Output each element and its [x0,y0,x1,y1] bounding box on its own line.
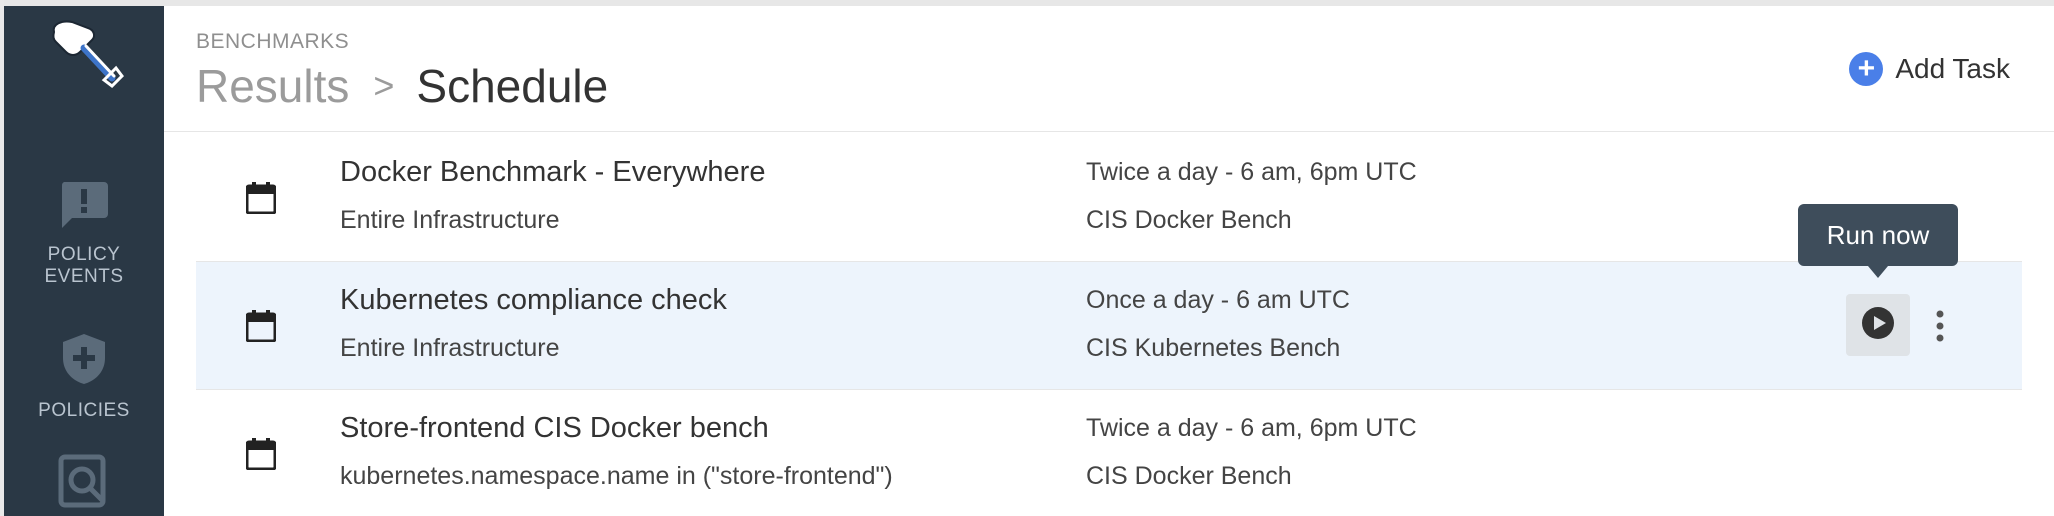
alert-message-icon [4,178,164,236]
task-title: Store-frontend CIS Docker bench [340,412,769,444]
task-scope: Entire Infrastructure [340,334,560,362]
breadcrumb: Results > Schedule [196,56,608,116]
sidebar-item-policy-events[interactable]: POLICY EVENTS [4,178,164,288]
page-title: Schedule [416,60,609,112]
task-title: Kubernetes compliance check [340,284,727,316]
task-row[interactable]: Kubernetes compliance check Entire Infra… [196,262,2022,390]
plus-circle-icon: + [1849,52,1884,86]
task-benchmark: CIS Docker Bench [1086,462,1292,490]
task-benchmark: CIS Docker Bench [1086,206,1292,234]
task-benchmark: CIS Kubernetes Bench [1086,334,1341,362]
task-schedule: Once a day - 6 am UTC [1086,286,1350,314]
run-now-tooltip: Run now [1798,204,1958,266]
calendar-icon [245,182,277,215]
app-root: POLICY EVENTS POLICIES BENCHMARKS Result… [0,0,2054,516]
sidebar-item-search[interactable] [4,454,164,516]
add-task-label: Add Task [1895,53,2010,84]
task-schedule: Twice a day - 6 am, 6pm UTC [1086,158,1417,186]
shovel-logo-icon[interactable] [46,18,126,98]
calendar-icon [245,310,277,343]
sidebar-item-label: POLICIES [38,400,130,421]
task-title: Docker Benchmark - Everywhere [340,156,766,188]
task-schedule: Twice a day - 6 am, 6pm UTC [1086,414,1417,442]
run-now-button[interactable] [1846,294,1910,356]
tooltip-arrow [1868,266,1888,278]
sidebar: POLICY EVENTS POLICIES [4,6,164,516]
section-eyebrow: BENCHMARKS [196,30,350,53]
breadcrumb-results-link[interactable]: Results [196,59,349,113]
page-header: BENCHMARKS Results > Schedule + Add Task [164,6,2054,132]
task-row[interactable]: Docker Benchmark - Everywhere Entire Inf… [196,134,2022,262]
add-task-button[interactable]: + Add Task [1849,52,2010,86]
calendar-icon [245,438,277,471]
sidebar-item-label: POLICY [47,244,121,265]
search-document-icon [4,454,164,514]
breadcrumb-separator: > [373,65,395,106]
play-circle-icon [1861,306,1895,345]
more-vertical-icon[interactable] [1932,308,1948,344]
sidebar-item-policies[interactable]: POLICIES [4,332,164,422]
task-scope: Entire Infrastructure [340,206,560,234]
shield-plus-icon [4,332,164,392]
sidebar-item-label: EVENTS [44,266,124,287]
task-row[interactable]: Store-frontend CIS Docker bench kubernet… [196,390,2022,516]
task-scope: kubernetes.namespace.name in ("store-fro… [340,462,893,490]
